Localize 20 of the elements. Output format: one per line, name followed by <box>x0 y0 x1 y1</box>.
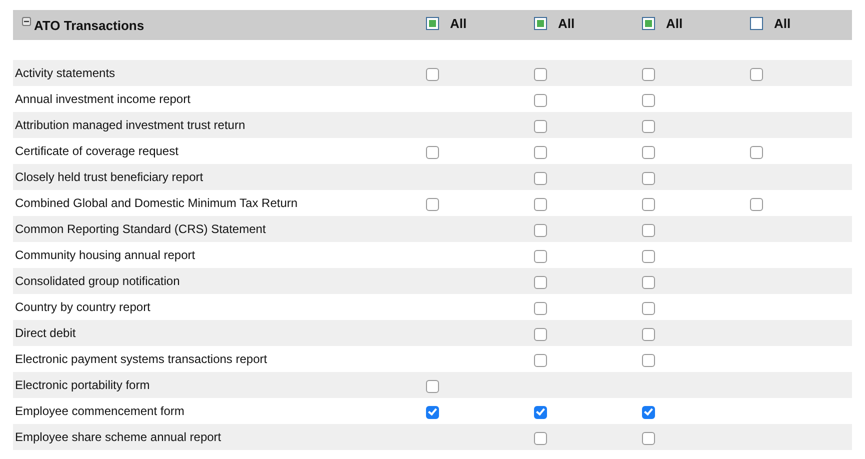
row-label: Closely held trust beneficiary report <box>14 170 204 184</box>
row-label: Employee share scheme annual report <box>14 430 222 444</box>
select-all-label: All <box>774 16 791 31</box>
row-label: Consolidated group notification <box>14 274 181 288</box>
row-label: Attribution managed investment trust return <box>14 118 246 132</box>
row-label: Direct debit <box>14 326 77 340</box>
row-label: Common Reporting Standard (CRS) Statement <box>14 222 267 236</box>
section-title: ATO Transactions <box>34 18 144 32</box>
row-label: Annual investment income report <box>14 92 192 106</box>
row-label: Country by country report <box>14 300 152 314</box>
select-all-label: All <box>558 16 575 31</box>
row-label: Activity statements <box>14 66 116 80</box>
row-label: Electronic payment systems transactions report <box>14 352 268 366</box>
row-label: Certificate of coverage request <box>14 144 180 158</box>
row-label: Community housing annual report <box>14 248 196 262</box>
row-label: Electronic portability form <box>14 378 151 392</box>
select-all-label: All <box>666 16 683 31</box>
row-label: Combined Global and Domestic Minimum Tax Return <box>14 196 299 210</box>
row-label: Employee commencement form <box>14 404 186 418</box>
select-all-label: All <box>450 16 467 31</box>
